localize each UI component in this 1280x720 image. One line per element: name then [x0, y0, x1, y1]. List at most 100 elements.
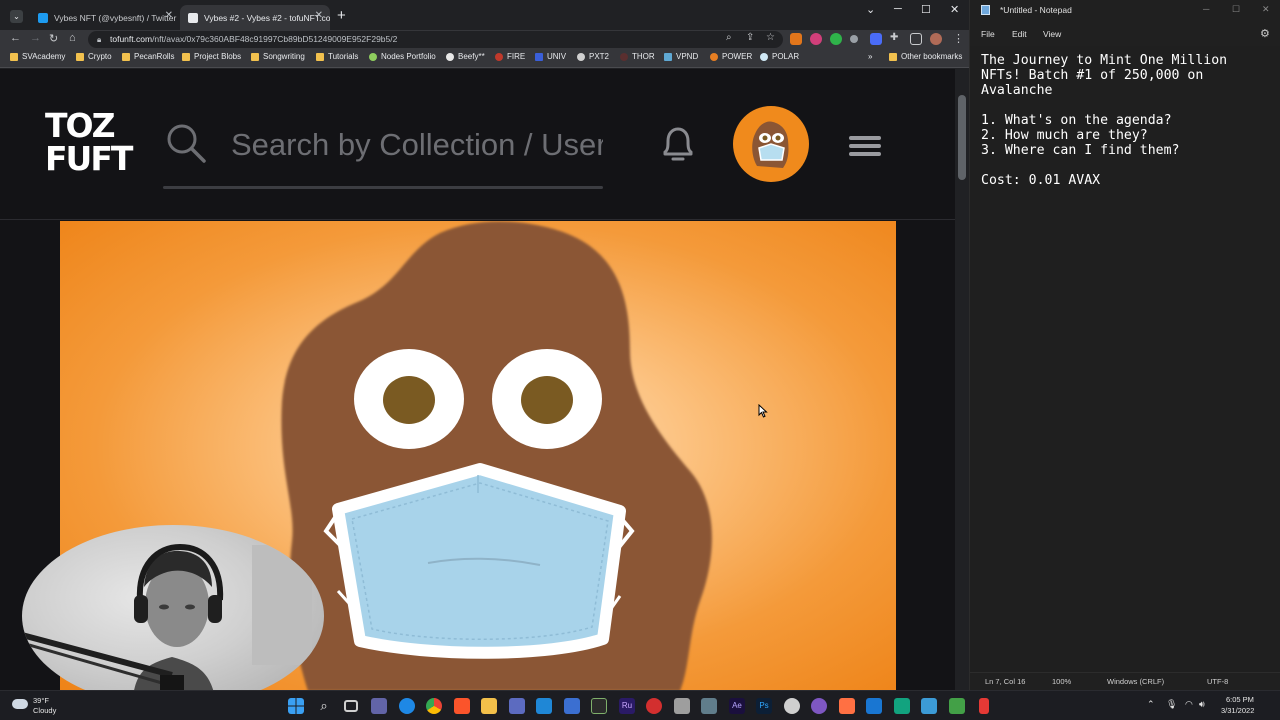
hamburger-menu-icon[interactable] [849, 136, 881, 156]
obs-icon[interactable] [811, 698, 827, 714]
bookmark-item[interactable]: PecanRolls [122, 52, 174, 61]
file-explorer-icon[interactable] [481, 698, 497, 714]
user-avatar[interactable] [733, 106, 809, 182]
volume-icon[interactable]: 🔊︎ [1199, 699, 1205, 710]
app-icon[interactable] [646, 698, 662, 714]
more-bookmarks-button[interactable]: » [868, 52, 872, 61]
settings-gear-icon[interactable]: ⚙ [1260, 27, 1270, 40]
task-view-icon[interactable] [344, 700, 358, 712]
share-icon[interactable]: ⇪ [746, 32, 754, 43]
app-icon[interactable] [591, 698, 607, 714]
tab-search-button[interactable]: ⌄ [10, 10, 23, 23]
minimize-icon[interactable]: ─ [894, 3, 902, 15]
weather-temperature[interactable]: 39°F [33, 696, 49, 705]
windows-start-icon[interactable] [288, 698, 304, 714]
back-icon[interactable]: ← [10, 32, 21, 44]
page-scrollbar[interactable] [955, 69, 969, 690]
bookmark-item[interactable]: THOR [620, 52, 655, 61]
calculator-icon[interactable] [674, 698, 690, 714]
extension-icon[interactable] [870, 33, 882, 45]
minimize-icon[interactable]: ─ [1203, 4, 1209, 14]
encoding: UTF-8 [1207, 677, 1229, 686]
notepad-title: *Untitled - Notepad [1000, 5, 1072, 15]
bookmark-item[interactable]: Beefy** [446, 52, 485, 61]
app-icon[interactable] [399, 698, 415, 714]
bookmark-label: Crypto [88, 52, 112, 61]
bookmark-item[interactable]: Nodes Portfolio [369, 52, 436, 61]
maximize-icon[interactable]: ☐ [921, 3, 931, 16]
univ-icon [535, 52, 543, 61]
bookmark-item[interactable]: SVAcademy [10, 52, 65, 61]
app-icon[interactable] [509, 698, 525, 714]
app-icon[interactable] [839, 698, 855, 714]
brave-icon[interactable] [454, 698, 470, 714]
chrome-menu-icon[interactable]: ⋮ [953, 32, 964, 45]
forward-icon[interactable]: → [30, 32, 41, 44]
profile-avatar[interactable] [930, 33, 942, 45]
microphone-icon[interactable]: 🎙︎ [1166, 699, 1177, 710]
tab-tofunft[interactable]: Vybes #2 - Vybes #2 - tofuNFT.co ✕ [180, 5, 330, 30]
zoom-icon[interactable]: ⌕ [726, 32, 732, 43]
photoshop-icon[interactable]: Ps [756, 698, 772, 714]
notepad-menubar: File Edit View ⚙ [970, 21, 1280, 46]
app-icon[interactable] [701, 698, 717, 714]
close-window-icon[interactable]: ✕ [950, 3, 959, 16]
rush-icon[interactable]: Ru [619, 698, 635, 714]
close-window-icon[interactable]: ✕ [1262, 4, 1270, 15]
after-effects-icon[interactable]: Ae [729, 698, 745, 714]
maximize-icon[interactable]: ☐ [1232, 4, 1240, 15]
clock-time[interactable]: 6:05 PM [1226, 695, 1254, 704]
tab-twitter[interactable]: Vybes NFT (@vybesnft) / Twitter ✕ [30, 5, 180, 30]
close-tab-icon[interactable]: ✕ [315, 10, 323, 21]
notepad-icon[interactable] [921, 698, 937, 714]
bookmark-item[interactable]: PXT2 [577, 52, 609, 61]
wifi-icon[interactable]: ◠ [1185, 699, 1193, 710]
bookmark-item[interactable]: Tutorials [316, 52, 358, 61]
cloud-icon[interactable] [12, 699, 28, 709]
scrollbar-thumb[interactable] [958, 95, 966, 180]
bookmark-star-icon[interactable]: ☆ [766, 32, 775, 43]
extension-icon[interactable] [810, 33, 822, 45]
bookmark-item[interactable]: POLAR [760, 52, 799, 61]
side-panel-icon[interactable] [910, 33, 922, 45]
bookmark-item[interactable]: Crypto [76, 52, 112, 61]
app-icon[interactable] [894, 698, 910, 714]
bookmark-label: PecanRolls [134, 52, 175, 61]
bookmark-item[interactable]: Project Blobs [182, 52, 241, 61]
notepad-text-area[interactable]: The Journey to Mint One Million NFTs! Ba… [981, 53, 1276, 188]
other-bookmarks[interactable]: Other bookmarks [889, 52, 962, 61]
menu-file[interactable]: File [981, 29, 995, 39]
search-icon[interactable]: ⌕ [316, 698, 332, 714]
tofunft-logo[interactable]: TOZ FUFT [45, 109, 133, 179]
weather-condition[interactable]: Cloudy [33, 706, 56, 715]
reload-icon[interactable]: ↻ [49, 32, 58, 45]
bookmark-item[interactable]: POWER [710, 52, 752, 61]
tray-overflow-icon[interactable]: ⌃ [1147, 699, 1155, 710]
extension-icon[interactable] [850, 35, 858, 43]
bell-icon[interactable] [659, 124, 697, 164]
teams-icon[interactable] [371, 698, 387, 714]
menu-view[interactable]: View [1043, 29, 1061, 39]
bookmark-item[interactable]: FIRE [495, 52, 525, 61]
app-icon[interactable] [564, 698, 580, 714]
extensions-puzzle-icon[interactable]: ✚ [890, 32, 898, 43]
app-icon[interactable] [979, 698, 989, 714]
app-icon[interactable] [784, 698, 800, 714]
chrome-icon[interactable] [426, 698, 442, 714]
menu-edit[interactable]: Edit [1012, 29, 1027, 39]
extension-icon[interactable] [830, 33, 842, 45]
bookmark-item[interactable]: Songwriting [251, 52, 305, 61]
vscode-icon[interactable] [536, 698, 552, 714]
app-icon[interactable] [866, 698, 882, 714]
metamask-extension-icon[interactable] [790, 33, 802, 45]
address-bar[interactable]: 🔒︎ tofunft.com/nft/avax/0x79c360ABF48c91… [88, 31, 783, 48]
home-icon[interactable]: ⌂ [69, 32, 76, 44]
search-input[interactable] [231, 125, 603, 165]
close-tab-icon[interactable]: ✕ [165, 10, 173, 21]
app-icon[interactable] [949, 698, 965, 714]
new-tab-button[interactable]: + [337, 7, 346, 24]
bookmark-item[interactable]: UNIV [535, 52, 566, 61]
clock-date[interactable]: 3/31/2022 [1221, 706, 1254, 715]
tab-list-icon[interactable]: ⌄ [866, 3, 875, 16]
bookmark-item[interactable]: VPND [664, 52, 698, 61]
